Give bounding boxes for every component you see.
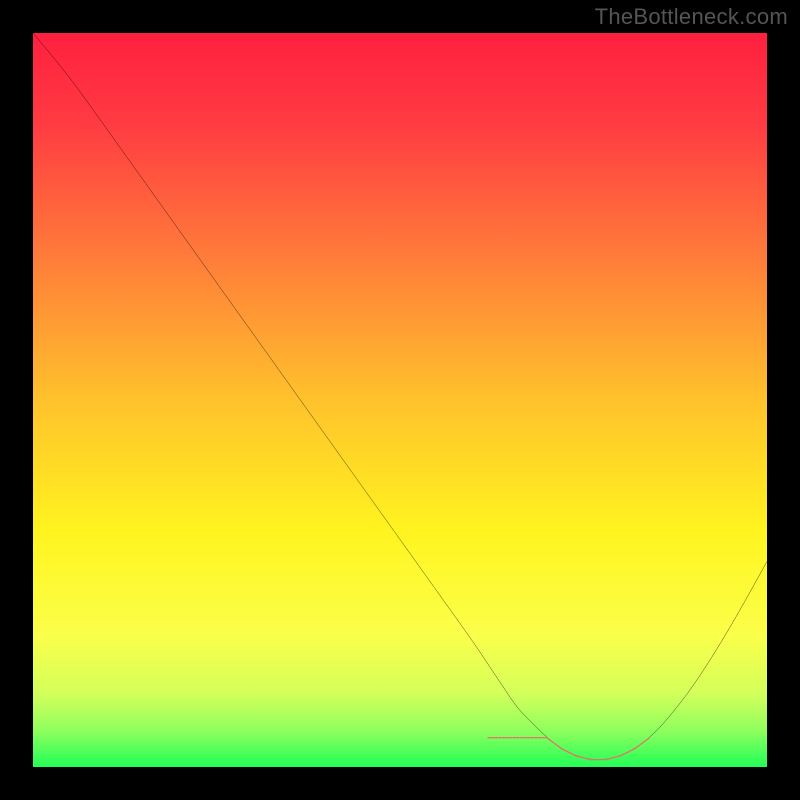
chart-frame [33, 33, 767, 767]
chart-area [33, 33, 767, 767]
bottleneck-curve [33, 33, 767, 760]
chart-curve-layer [33, 33, 767, 767]
watermark-text: TheBottleneck.com [595, 4, 788, 30]
